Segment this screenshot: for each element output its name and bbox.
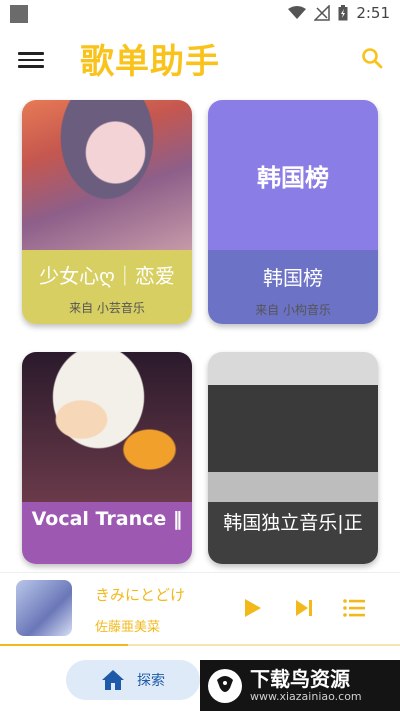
song-title[interactable]: きみにとどけ <box>95 584 185 605</box>
playlist-source: 来自 小芸音乐 <box>69 301 145 315</box>
playlist-icon[interactable] <box>342 596 366 620</box>
nav-explore-label: 探索 <box>137 673 165 689</box>
playlist-card[interactable]: Vocal Trance ‖ <box>22 352 192 564</box>
app-bar: 歌单助手 <box>0 30 400 88</box>
wifi-icon <box>288 6 307 19</box>
status-bar: 2:51 <box>0 0 400 28</box>
playlist-cover-image: 韩国榜 <box>208 100 378 250</box>
playlist-card[interactable]: 韩国独立音乐|正 <box>208 352 378 564</box>
playlist-name: 韩国榜 <box>263 266 323 290</box>
search-icon[interactable] <box>360 46 384 70</box>
notification-icon <box>10 5 28 23</box>
mini-player: きみにとどけ 佐藤亜美菜 <box>0 572 400 644</box>
skip-next-icon[interactable] <box>292 596 316 620</box>
playlist-source: 来自 小构音乐 <box>255 303 331 317</box>
playlist-name: 韩国独立音乐|正 <box>223 512 363 534</box>
play-icon[interactable] <box>240 596 264 620</box>
nav-explore-button[interactable]: 探索 <box>66 660 200 700</box>
home-icon <box>102 670 124 690</box>
watermark-url: www.xiazainiao.com <box>250 690 362 703</box>
status-time: 2:51 <box>356 4 390 22</box>
playlist-name: Vocal Trance ‖ <box>31 508 183 530</box>
playlist-cover-image <box>22 100 192 250</box>
menu-icon[interactable] <box>18 48 44 70</box>
cover-label: 韩国榜 <box>257 163 329 192</box>
playlist-cover-image <box>22 352 192 502</box>
battery-icon <box>338 5 348 21</box>
song-artist: 佐藤亜美菜 <box>95 620 161 635</box>
album-art[interactable] <box>16 580 72 636</box>
playlist-name: 少女心ღ｜恋爱 <box>39 264 175 288</box>
watermark-title: 下载鸟资源 <box>250 667 350 691</box>
watermark: 下载鸟资源 www.xiazainiao.com <box>200 660 400 711</box>
progress-fill <box>0 644 128 646</box>
playlist-card[interactable]: 少女心ღ｜恋爱 来自 小芸音乐 <box>22 100 192 324</box>
playback-progress-bar[interactable] <box>0 644 400 646</box>
app-title: 歌单助手 <box>80 42 220 82</box>
no-signal-icon <box>314 5 331 21</box>
playlist-cover-image <box>208 352 378 502</box>
playlist-card[interactable]: 韩国榜 韩国榜 来自 小构音乐 <box>208 100 378 324</box>
watermark-logo <box>208 668 242 703</box>
divider <box>0 572 400 573</box>
